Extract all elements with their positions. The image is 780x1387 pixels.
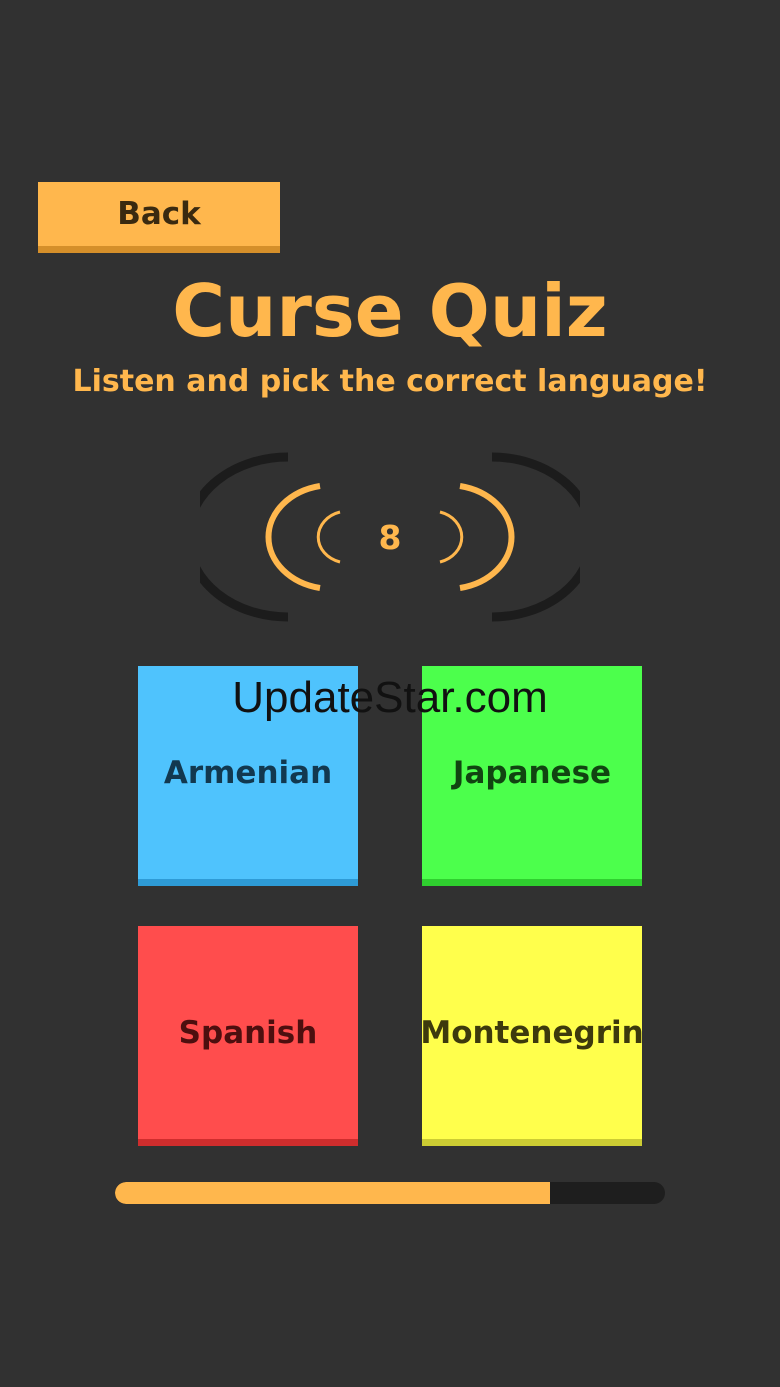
answer-label: Japanese xyxy=(452,754,612,791)
play-sound-button[interactable]: 8 xyxy=(200,450,580,625)
answer-montenegrin-button[interactable]: Montenegrin xyxy=(420,926,644,1146)
answer-armenian-button[interactable]: Armenian xyxy=(138,666,358,886)
page-subtitle: Listen and pick the correct language! xyxy=(72,364,708,399)
page-title: Curse Quiz xyxy=(172,269,608,353)
answer-spanish-button[interactable]: Spanish xyxy=(138,926,358,1146)
answer-label: Montenegrin xyxy=(420,1014,644,1051)
answer-label: Armenian xyxy=(163,754,333,791)
countdown-number: 8 xyxy=(378,518,402,557)
answer-japanese-button[interactable]: Japanese xyxy=(422,666,642,886)
back-button[interactable]: Back xyxy=(38,182,280,253)
answer-label: Spanish xyxy=(178,1014,318,1051)
progress-bar-fill xyxy=(115,1182,550,1204)
progress-bar xyxy=(115,1182,665,1204)
watermark-text: UpdateStar.com xyxy=(232,673,548,722)
